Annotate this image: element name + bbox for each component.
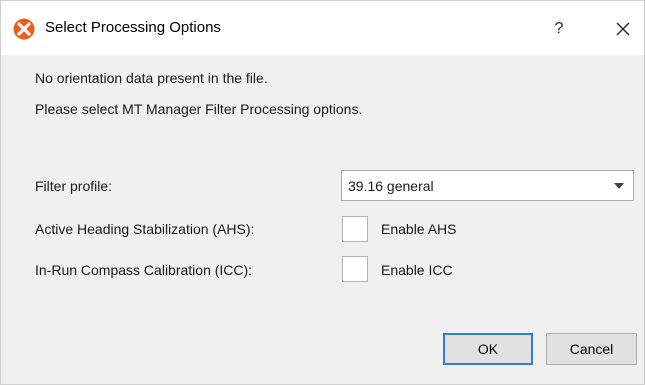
select-processing-options-dialog: Select Processing Options ? No orientati… xyxy=(0,0,645,385)
xsens-x-icon xyxy=(13,18,35,40)
info-message-no-orientation: No orientation data present in the file. xyxy=(35,70,268,86)
ok-button-label: OK xyxy=(477,341,499,357)
enable-ahs-checkbox[interactable] xyxy=(342,216,368,242)
filter-profile-dropdown[interactable]: 39.16 general xyxy=(341,170,634,201)
title-bar: Select Processing Options ? xyxy=(1,1,644,55)
cancel-button[interactable]: Cancel xyxy=(546,333,637,365)
chevron-down-icon xyxy=(614,183,624,189)
help-label: ? xyxy=(554,20,564,37)
enable-icc-checkbox[interactable] xyxy=(342,256,368,282)
enable-icc-label[interactable]: Enable ICC xyxy=(381,262,453,278)
close-icon xyxy=(616,22,630,36)
window-title: Select Processing Options xyxy=(45,19,221,36)
close-button[interactable] xyxy=(605,11,641,47)
cancel-button-label: Cancel xyxy=(569,341,614,357)
help-button[interactable]: ? xyxy=(541,11,577,47)
filter-profile-value: 39.16 general xyxy=(348,178,434,194)
ahs-label: Active Heading Stabilization (AHS): xyxy=(35,221,255,237)
info-message-select-options: Please select MT Manager Filter Processi… xyxy=(35,101,363,117)
enable-ahs-label[interactable]: Enable AHS xyxy=(381,221,457,237)
icc-label: In-Run Compass Calibration (ICC): xyxy=(35,262,253,278)
ok-button[interactable]: OK xyxy=(443,333,533,365)
filter-profile-label: Filter profile: xyxy=(35,178,113,194)
